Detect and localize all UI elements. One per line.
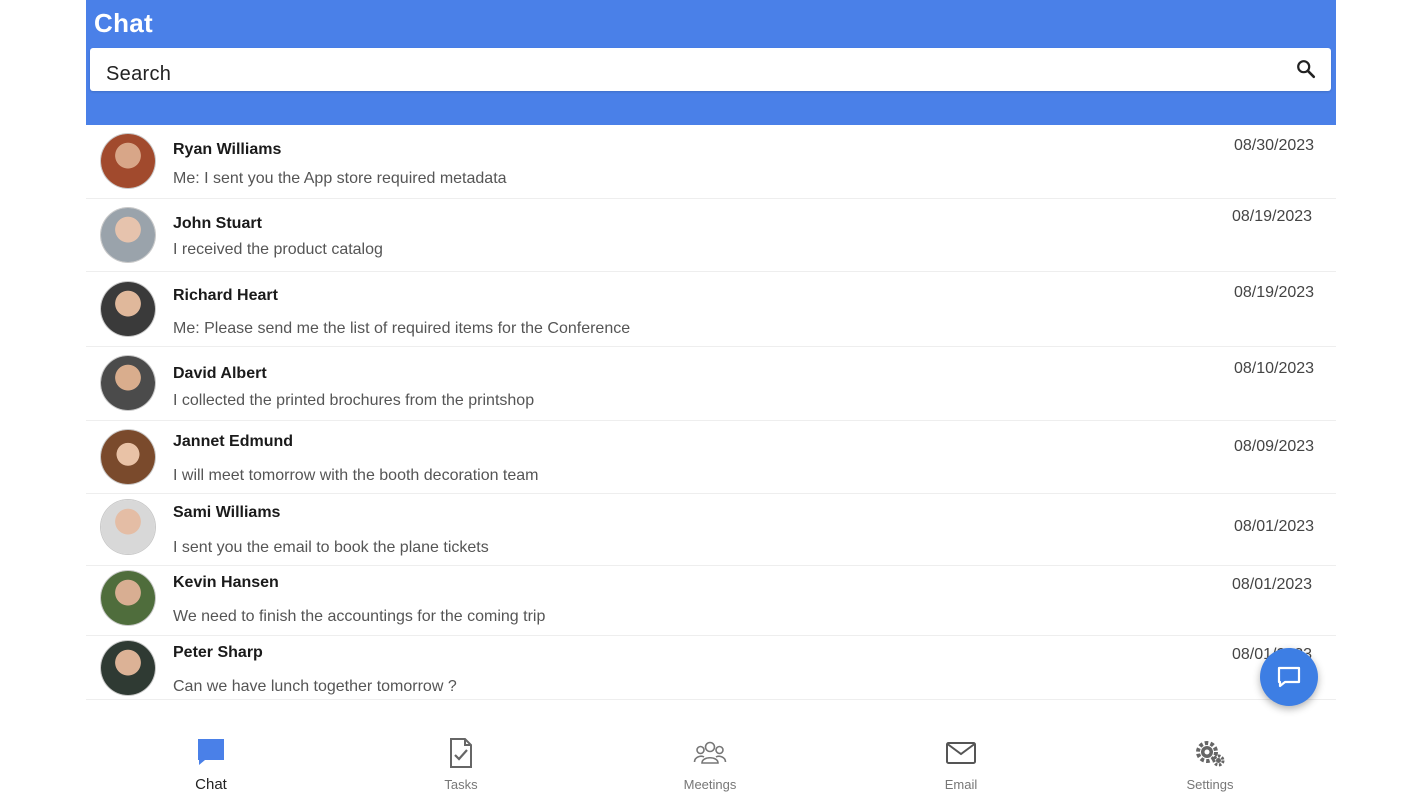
message-date: 08/19/2023 xyxy=(1234,284,1315,301)
bottom-nav: Chat Tasks Meetings Email Settings xyxy=(86,720,1336,800)
last-message: I will meet tomorrow with the booth deco… xyxy=(173,467,539,484)
last-message: I received the product catalog xyxy=(173,241,383,258)
last-message: I collected the printed brochures from t… xyxy=(173,392,535,409)
chat-row[interactable]: Richard Heart Me: Please send me the lis… xyxy=(86,271,1336,347)
avatar xyxy=(101,208,155,262)
last-message: I sent you the email to book the plane t… xyxy=(173,539,489,556)
message-date: 08/10/2023 xyxy=(1234,360,1315,377)
chat-row[interactable]: John Stuart I received the product catal… xyxy=(86,198,1336,272)
contact-name: Richard Heart xyxy=(173,287,278,304)
new-chat-button[interactable] xyxy=(1260,648,1318,706)
tasks-icon xyxy=(450,738,472,768)
chat-row[interactable]: Ryan Williams Me: I sent you the App sto… xyxy=(86,125,1336,199)
contact-name: John Stuart xyxy=(173,215,262,232)
page-title: Chat xyxy=(94,8,153,38)
nav-label: Meetings xyxy=(683,777,737,792)
chat-app: Chat Search Ryan Williams Me: I sent you… xyxy=(86,0,1336,800)
chat-row[interactable]: Kevin Hansen We need to finish the accou… xyxy=(86,565,1336,636)
chat-row[interactable]: Sami Williams I sent you the email to bo… xyxy=(86,493,1336,566)
contact-name: Kevin Hansen xyxy=(173,574,279,591)
chat-row[interactable]: David Albert I collected the printed bro… xyxy=(86,346,1336,421)
avatar xyxy=(101,282,155,336)
search-placeholder: Search xyxy=(106,63,172,85)
nav-item-tasks[interactable]: Tasks xyxy=(381,720,541,800)
message-date: 08/01/2023 xyxy=(1234,518,1315,535)
avatar xyxy=(101,134,155,188)
search-icon[interactable] xyxy=(1295,58,1317,80)
avatar xyxy=(101,500,155,554)
message-date: 08/30/2023 xyxy=(1234,137,1315,154)
last-message: Me: I sent you the App store required me… xyxy=(173,170,507,187)
contact-name: Jannet Edmund xyxy=(173,433,294,450)
contact-name: David Albert xyxy=(173,365,267,382)
avatar xyxy=(101,430,155,484)
settings-icon xyxy=(1196,741,1225,767)
chat-row[interactable]: Jannet Edmund I will meet tomorrow with … xyxy=(86,420,1336,494)
last-message: Can we have lunch together tomorrow ? xyxy=(173,678,457,695)
nav-label: Email xyxy=(944,777,978,792)
nav-label: Tasks xyxy=(444,777,478,792)
nav-item-email[interactable]: Email xyxy=(881,720,1041,800)
message-date: 08/19/2023 xyxy=(1232,208,1313,225)
nav-label: Chat xyxy=(195,776,227,793)
meetings-icon xyxy=(693,741,727,764)
last-message: We need to finish the accountings for th… xyxy=(173,608,546,625)
contact-name: Sami Williams xyxy=(173,504,281,521)
message-date: 08/09/2023 xyxy=(1234,438,1315,455)
contact-name: Peter Sharp xyxy=(173,644,263,661)
nav-item-chat[interactable]: Chat xyxy=(131,720,291,800)
message-date: 08/01/2023 xyxy=(1232,576,1313,593)
last-message: Me: Please send me the list of required … xyxy=(173,320,631,337)
nav-item-meetings[interactable]: Meetings xyxy=(630,720,790,800)
chat-icon xyxy=(198,739,224,765)
avatar xyxy=(101,356,155,410)
chat-row[interactable]: Peter Sharp Can we have lunch together t… xyxy=(86,635,1336,700)
new-chat-icon xyxy=(1277,666,1301,688)
search-input[interactable]: Search xyxy=(90,48,1331,91)
avatar xyxy=(101,571,155,625)
nav-item-settings[interactable]: Settings xyxy=(1130,720,1290,800)
nav-label: Settings xyxy=(1186,777,1234,792)
contact-name: Ryan Williams xyxy=(173,141,282,158)
header: Chat Search xyxy=(86,0,1336,125)
email-icon xyxy=(946,742,976,764)
avatar xyxy=(101,641,155,695)
